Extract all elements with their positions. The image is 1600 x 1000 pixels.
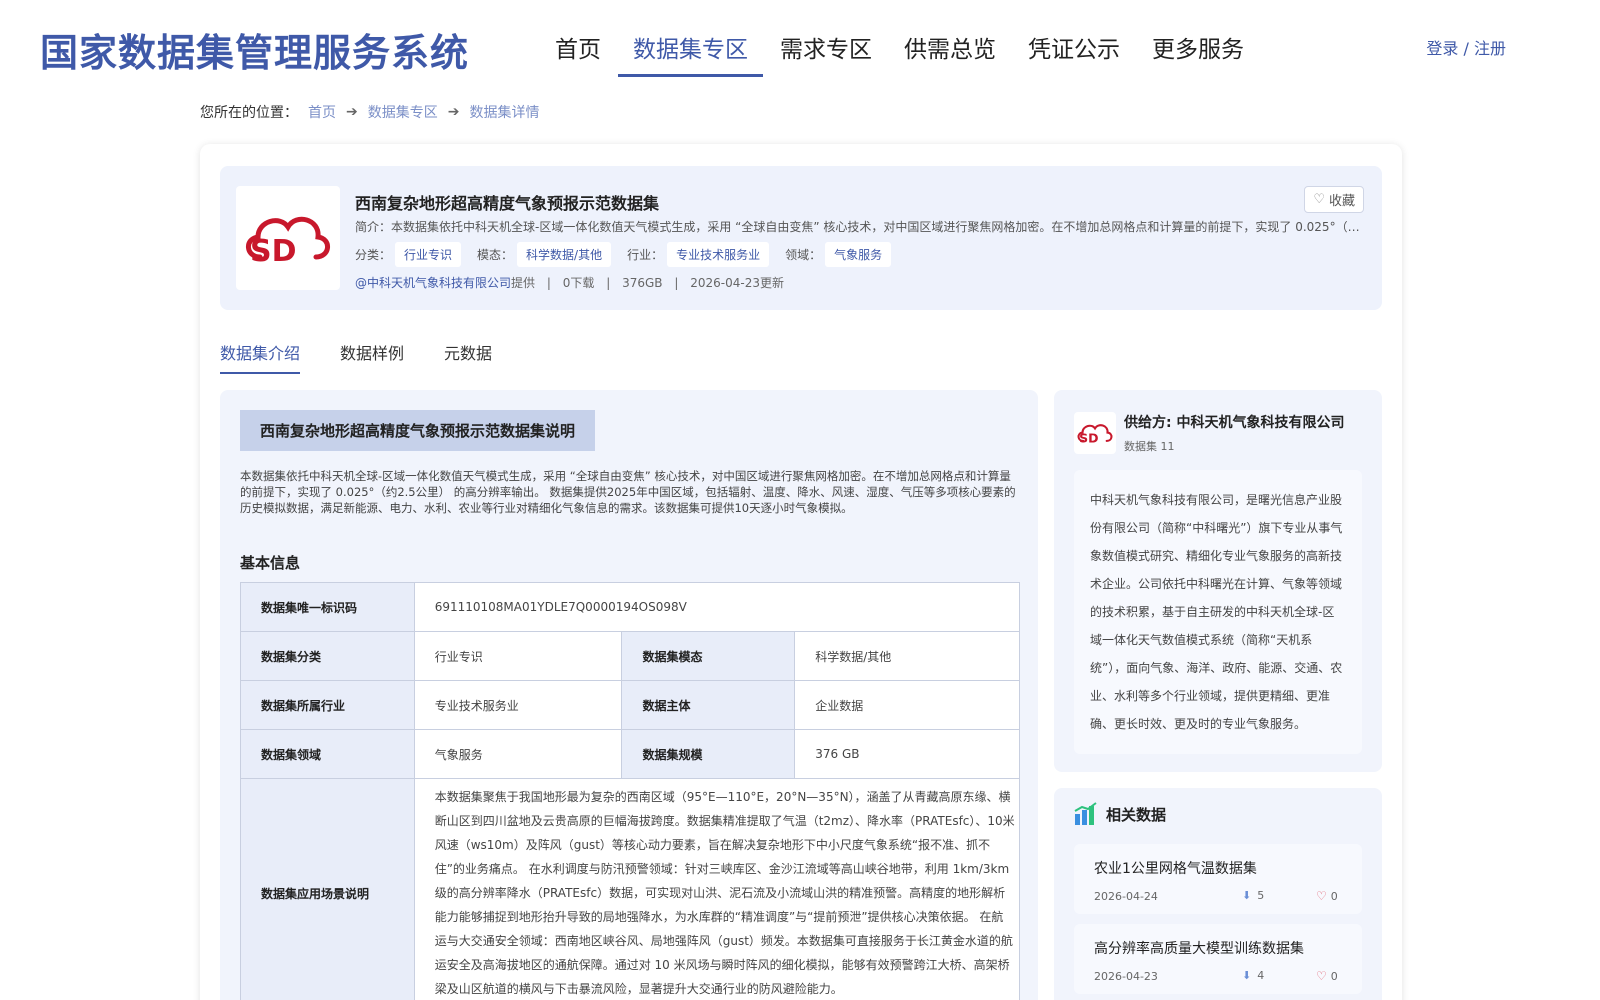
tag-category[interactable]: 行业专识 bbox=[395, 242, 462, 267]
info-value: 行业专识 bbox=[413, 631, 623, 681]
basic-info-table: 数据集唯一标识码 691110108MA01YDLE7Q0000194OS098… bbox=[240, 582, 1021, 1000]
tag-label-category: 分类： bbox=[355, 248, 392, 262]
related-item-downloads: ⬇ 4 bbox=[1242, 969, 1265, 982]
favorite-button[interactable]: ♡ 收藏 bbox=[1304, 186, 1364, 213]
nav-certificates[interactable]: 凭证公示 bbox=[1013, 28, 1135, 77]
info-key: 数据集应用场景说明 bbox=[240, 778, 415, 1000]
intro-text: 本数据集依托中科天机全球-区域一体化数值天气模式生成，采用 “全球自由变焦” 核… bbox=[240, 469, 1016, 515]
info-key: 数据集所属行业 bbox=[240, 680, 415, 730]
dataset-title: 西南复杂地形超高精度气象预报示范数据集 bbox=[355, 194, 660, 213]
info-value: 本数据集聚焦于我国地形最为复杂的西南区域（95°E—110°E，20°N—35°… bbox=[413, 778, 1021, 1000]
basic-info-title: 基本信息 bbox=[240, 554, 301, 572]
info-key: 数据集分类 bbox=[240, 631, 415, 681]
download-count: 0下载 bbox=[562, 276, 595, 290]
supplier-panel: SD 供给方: 中科天机气象科技有限公司 数据集 11 中科天机气象科技有限公司… bbox=[1054, 390, 1382, 772]
tag-label-domain: 领域： bbox=[785, 248, 822, 262]
info-value: 科学数据/其他 bbox=[794, 631, 1020, 681]
table-row: 数据集所属行业 专业技术服务业 数据主体 企业数据 bbox=[240, 680, 1020, 730]
provider-logo: SD bbox=[236, 186, 340, 290]
info-key: 数据集领域 bbox=[240, 729, 415, 779]
dataset-meta: @中科天机气象科技有限公司提供 | 0下载 | 376GB | 2026-04-… bbox=[355, 276, 784, 290]
favorite-label: 收藏 bbox=[1328, 194, 1355, 209]
download-icon: ⬇ bbox=[1242, 889, 1252, 902]
tag-modality[interactable]: 科学数据/其他 bbox=[517, 242, 612, 267]
supplier-dataset-count: 数据集 11 bbox=[1124, 440, 1175, 453]
site-brand[interactable]: 国家数据集管理服务系统 bbox=[40, 22, 469, 77]
detail-tabs: 数据集介绍 数据样例 元数据 bbox=[220, 340, 532, 374]
heart-icon: ♡ bbox=[1313, 192, 1325, 207]
nav-overview[interactable]: 供需总览 bbox=[889, 28, 1011, 77]
nav-more[interactable]: 更多服务 bbox=[1137, 28, 1259, 77]
bar-chart-icon bbox=[1074, 802, 1097, 825]
main-nav: 首页 数据集专区 需求专区 供需总览 凭证公示 更多服务 bbox=[540, 28, 1261, 77]
info-value: 气象服务 bbox=[413, 729, 623, 779]
related-item[interactable]: 农业1公里网格气温数据集 2026-04-24 ⬇ 5 ♡ 0 bbox=[1074, 844, 1362, 914]
supplier-logo[interactable]: SD bbox=[1074, 412, 1116, 454]
updated-date: 2026-04-23更新 bbox=[690, 276, 784, 290]
info-key: 数据集唯一标识码 bbox=[240, 582, 415, 632]
intro-section-title: 西南复杂地形超高精度气象预报示范数据集说明 bbox=[240, 410, 596, 451]
tag-industry[interactable]: 专业技术服务业 bbox=[667, 242, 770, 267]
supplier-description: 中科天机气象科技有限公司，是曙光信息产业股份有限公司（简称“中科曙光”）旗下专业… bbox=[1090, 493, 1343, 731]
dataset-detail-card: SD 西南复杂地形超高精度气象预报示范数据集 ♡ 收藏 简介：本数据集依托中科天… bbox=[200, 144, 1402, 1000]
heart-icon: ♡ bbox=[1316, 889, 1327, 903]
related-item-name[interactable]: 农业1公里网格气温数据集 bbox=[1094, 858, 1257, 878]
info-value: 376 GB bbox=[794, 729, 1020, 779]
nav-demands[interactable]: 需求专区 bbox=[765, 28, 887, 77]
arrow-right-icon: ➔ bbox=[447, 104, 460, 120]
related-item-date: 2026-04-23 bbox=[1094, 970, 1158, 983]
breadcrumb-prefix: 您所在的位置： bbox=[200, 105, 298, 121]
download-icon: ⬇ bbox=[1242, 969, 1252, 982]
supplier-name[interactable]: 供给方: 中科天机气象科技有限公司 bbox=[1124, 412, 1344, 432]
nav-datasets[interactable]: 数据集专区 bbox=[618, 28, 763, 77]
table-row: 数据集应用场景说明 本数据集聚焦于我国地形最为复杂的西南区域（95°E—110°… bbox=[240, 778, 1021, 1000]
breadcrumb-home[interactable]: 首页 bbox=[308, 102, 336, 122]
tab-metadata[interactable]: 元数据 bbox=[444, 340, 492, 374]
info-value: 691110108MA01YDLE7Q0000194OS098V bbox=[413, 582, 1021, 632]
info-key: 数据主体 bbox=[621, 680, 796, 730]
supplier-description-box: 中科天机气象科技有限公司，是曙光信息产业股份有限公司（简称“中科曙光”）旗下专业… bbox=[1074, 470, 1362, 754]
dataset-summary: 简介：本数据集依托中科天机全球-区域一体化数值天气模式生成，采用 “全球自由变焦… bbox=[355, 220, 1360, 234]
table-row: 数据集分类 行业专识 数据集模态 科学数据/其他 bbox=[240, 631, 1020, 681]
tag-label-modality: 模态： bbox=[477, 248, 514, 262]
breadcrumb: 您所在的位置： 首页 ➔ 数据集专区 ➔ 数据集详情 bbox=[200, 102, 539, 122]
login-register-link[interactable]: 登录 / 注册 bbox=[1426, 35, 1506, 59]
info-key: 数据集规模 bbox=[621, 729, 796, 779]
sd-cloud-logo-icon: SD bbox=[246, 216, 330, 269]
related-item[interactable]: 高分辨率高质量大模型训练数据集 2026-04-23 ⬇ 4 ♡ 0 bbox=[1074, 924, 1362, 994]
dataset-tags: 分类： 行业专识 模态： 科学数据/其他 行业： 专业技术服务业 领域： 气象服… bbox=[355, 242, 907, 267]
intro-panel: 西南复杂地形超高精度气象预报示范数据集说明 本数据集依托中科天机全球-区域一体化… bbox=[220, 390, 1038, 1000]
provided-text: 提供 bbox=[511, 276, 536, 290]
related-item-name[interactable]: 高分辨率高质量大模型训练数据集 bbox=[1094, 938, 1304, 958]
dataset-header: SD 西南复杂地形超高精度气象预报示范数据集 ♡ 收藏 简介：本数据集依托中科天… bbox=[220, 166, 1382, 310]
related-item-date: 2026-04-24 bbox=[1094, 890, 1158, 903]
related-item-favorites[interactable]: ♡ 0 bbox=[1316, 969, 1338, 983]
tag-label-industry: 行业： bbox=[627, 248, 664, 262]
table-row: 数据集唯一标识码 691110108MA01YDLE7Q0000194OS098… bbox=[240, 582, 1021, 632]
related-panel: 相关数据 农业1公里网格气温数据集 2026-04-24 ⬇ 5 ♡ 0 高分辨… bbox=[1054, 788, 1382, 1000]
breadcrumb-datasets[interactable]: 数据集专区 bbox=[368, 102, 438, 122]
related-item-favorites[interactable]: ♡ 0 bbox=[1316, 889, 1338, 903]
arrow-right-icon: ➔ bbox=[346, 104, 358, 120]
sd-cloud-logo-icon: SD bbox=[1077, 424, 1113, 446]
breadcrumb-detail[interactable]: 数据集详情 bbox=[469, 102, 539, 122]
heart-icon: ♡ bbox=[1316, 969, 1327, 983]
related-title: 相关数据 bbox=[1106, 805, 1167, 824]
related-item-downloads: ⬇ 5 bbox=[1242, 889, 1265, 902]
related-header: 相关数据 bbox=[1074, 802, 1166, 826]
nav-home[interactable]: 首页 bbox=[540, 28, 616, 77]
tab-intro[interactable]: 数据集介绍 bbox=[220, 340, 301, 374]
info-value: 企业数据 bbox=[794, 680, 1020, 730]
tag-domain[interactable]: 气象服务 bbox=[825, 242, 892, 267]
provider-link[interactable]: @中科天机气象科技有限公司 bbox=[355, 276, 511, 290]
table-row: 数据集领域 气象服务 数据集规模 376 GB bbox=[240, 729, 1020, 779]
tab-samples[interactable]: 数据样例 bbox=[340, 340, 404, 374]
info-value: 专业技术服务业 bbox=[413, 680, 623, 730]
info-key: 数据集模态 bbox=[621, 631, 796, 681]
svg-text:SD: SD bbox=[250, 234, 297, 269]
svg-text:SD: SD bbox=[1079, 431, 1098, 446]
dataset-size: 376GB bbox=[622, 276, 663, 290]
